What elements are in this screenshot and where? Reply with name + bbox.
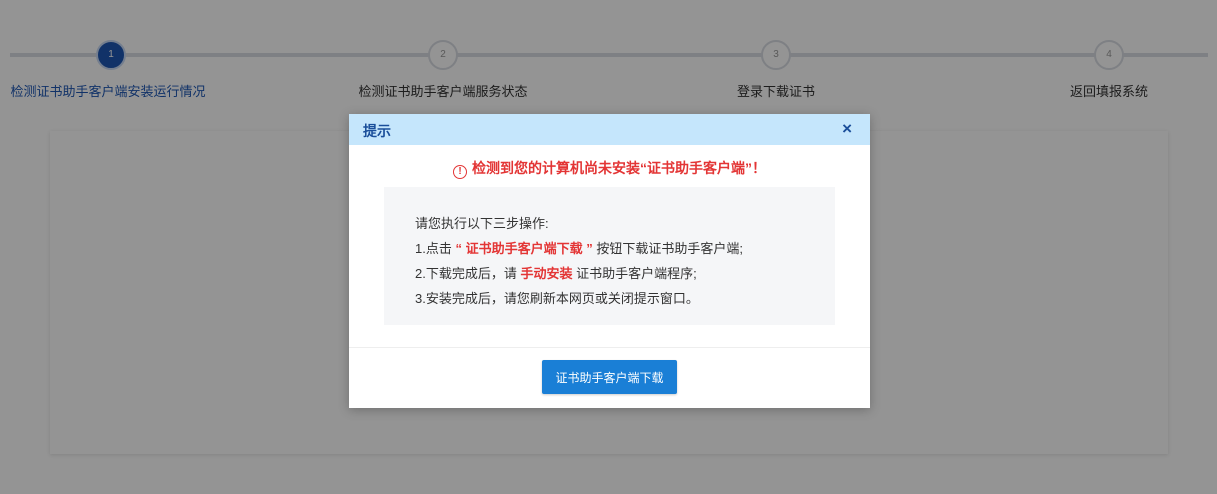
warning-text: 检测到您的计算机尚未安装“证书助手客户端”！ xyxy=(472,160,766,176)
dialog-divider xyxy=(349,347,870,348)
step-2-text-post: 证书助手客户端程序; xyxy=(576,266,697,281)
instruction-step-2: 2.下载完成后，请 手动安装 证书助手客户端程序; xyxy=(415,263,697,282)
close-icon[interactable]: × xyxy=(842,119,852,139)
instruction-step-3: 3.安装完成后，请您刷新本网页或关闭提示窗口。 xyxy=(415,291,699,306)
instructions-box: 请您执行以下三步操作: 1.点击 “ 证书助手客户端下载 ” 按钮下载证书助手客… xyxy=(384,187,835,325)
instructions-intro: 请您执行以下三步操作: xyxy=(415,216,549,231)
step-1-text-pre: 1.点击 xyxy=(415,241,452,256)
warning-message: ! 检测到您的计算机尚未安装“证书助手客户端”！ xyxy=(349,158,870,179)
dialog-title: 提示 xyxy=(363,123,391,139)
instruction-step-1: 1.点击 “ 证书助手客户端下载 ” 按钮下载证书助手客户端; xyxy=(415,238,743,257)
step-2-highlight: 手动安装 xyxy=(520,266,573,281)
step-1-text-post: 按钮下载证书助手客户端; xyxy=(596,241,743,256)
warning-circle-icon: ! xyxy=(453,165,467,179)
dialog-header: 提示 × xyxy=(349,114,870,145)
step-2-text-pre: 2.下载完成后，请 xyxy=(415,266,517,281)
step-1-highlight: “ 证书助手客户端下载 ” xyxy=(455,241,593,256)
install-prompt-dialog: 提示 × ! 检测到您的计算机尚未安装“证书助手客户端”！ 请您执行以下三步操作:… xyxy=(349,114,870,408)
download-client-button[interactable]: 证书助手客户端下载 xyxy=(542,360,677,394)
